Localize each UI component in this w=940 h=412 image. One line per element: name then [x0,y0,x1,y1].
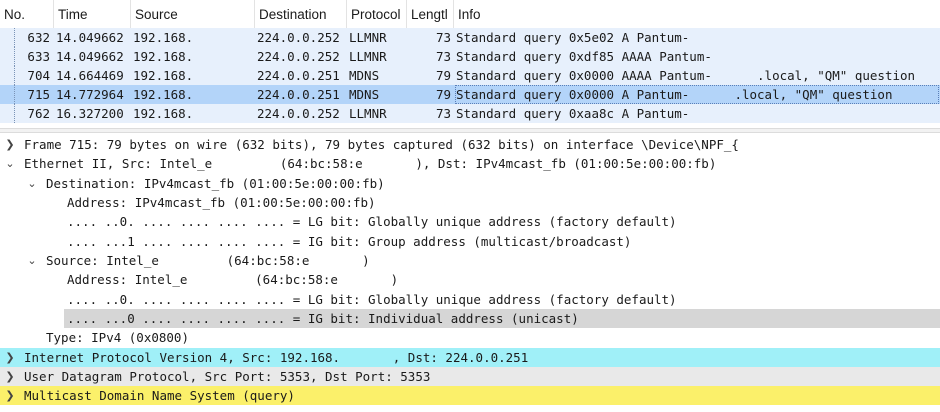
tree-item-label: Frame 715: 79 bytes on wire (632 bits), … [24,137,739,152]
packet-length: 73 [435,49,451,64]
tree-item-ethernet[interactable]: ⌄ Ethernet II, Src: Intel_e (64:bc:58:e … [0,154,940,173]
packet-protocol: LLMNR [349,30,387,45]
tree-item-type[interactable]: Type: IPv4 (0x0800) [0,328,940,347]
tree-item-dst-lg-bit[interactable]: .... ..0. .... .... .... .... = LG bit: … [0,212,940,231]
tree-item-src-ig-bit-highlighted[interactable]: .... ...0 .... .... .... .... = IG bit: … [0,309,940,328]
packet-row[interactable]: 633 14.049662 192.168. 224.0.0.252 LLMNR… [0,47,940,66]
packet-source: 192.168. [133,30,194,45]
packet-source: 192.168. [133,87,194,102]
packet-no: 633 [27,49,50,64]
packet-destination: 224.0.0.252 [257,106,340,121]
packet-time: 16.327200 [56,106,124,121]
tree-item-frame[interactable]: ❯ Frame 715: 79 bytes on wire (632 bits)… [0,135,940,154]
packet-protocol: MDNS [349,87,380,102]
column-header-source[interactable]: Source [131,0,255,28]
packet-source: 192.168. [133,49,194,64]
packet-details-tree[interactable]: ❯ Frame 715: 79 bytes on wire (632 bits)… [0,134,940,412]
tree-item-source[interactable]: ⌄ Source: Intel_e (64:bc:58:e ) [0,251,940,270]
packet-row-selected[interactable]: 715 14.772964 192.168. 224.0.0.251 MDNS … [0,85,940,104]
packet-source: 192.168. [133,106,194,121]
tree-item-label: .... ...0 .... .... .... .... = IG bit: … [67,311,579,326]
tree-item-label: Ethernet II, Src: Intel_e (64:bc:58:e ),… [24,156,717,171]
tree-item-dst-ig-bit[interactable]: .... ...1 .... .... .... .... = IG bit: … [0,232,940,251]
packet-destination: 224.0.0.252 [257,49,340,64]
packet-time: 14.049662 [56,49,124,64]
tree-item-src-lg-bit[interactable]: .... ..0. .... .... .... .... = LG bit: … [0,290,940,309]
packet-time: 14.664469 [56,68,124,83]
tree-item-label: Type: IPv4 (0x0800) [46,330,189,345]
packet-info: Standard query 0x5e02 A Pantum- [456,30,690,45]
packet-no: 704 [27,68,50,83]
packet-list[interactable]: No. Time Source Destination Protocol Len… [0,0,940,128]
chevron-down-icon[interactable]: ⌄ [3,154,17,173]
tree-item-label: .... ..0. .... .... .... .... = LG bit: … [67,214,677,229]
packet-row[interactable]: 632 14.049662 192.168. 224.0.0.252 LLMNR… [0,28,940,47]
chevron-right-icon[interactable]: ❯ [3,386,17,405]
packet-time: 14.772964 [56,87,124,102]
tree-item-src-address[interactable]: Address: Intel_e (64:bc:58:e ) [0,270,940,289]
tree-item-label: Address: Intel_e (64:bc:58:e ) [67,272,399,287]
tree-item-label: Internet Protocol Version 4, Src: 192.16… [24,350,529,365]
tree-item-ip[interactable]: ❯ Internet Protocol Version 4, Src: 192.… [0,348,940,367]
tree-item-mdns[interactable]: ❯ Multicast Domain Name System (query) [0,386,940,405]
packet-destination: 224.0.0.252 [257,30,340,45]
tree-item-label: User Datagram Protocol, Src Port: 5353, … [24,369,431,384]
tree-item-label: Source: Intel_e (64:bc:58:e ) [46,253,370,268]
packet-length: 73 [435,30,451,45]
tree-item-label: .... ..0. .... .... .... .... = LG bit: … [67,292,677,307]
tree-item-label: Multicast Domain Name System (query) [24,388,295,403]
tree-item-label: Address: IPv4mcast_fb (01:00:5e:00:00:fb… [67,195,376,210]
packet-destination: 224.0.0.251 [257,87,340,102]
packet-list-header: No. Time Source Destination Protocol Len… [0,0,940,29]
packet-info: Standard query 0x0000 AAAA Pantum- .loca… [456,68,916,83]
packet-info: Standard query 0xdf85 AAAA Pantum- [456,49,712,64]
chevron-right-icon[interactable]: ❯ [3,367,17,386]
packet-length: 79 [435,87,451,102]
packet-source: 192.168. [133,68,194,83]
chevron-down-icon[interactable]: ⌄ [25,174,39,193]
packet-row[interactable]: 704 14.664469 192.168. 224.0.0.251 MDNS … [0,66,940,85]
column-header-protocol[interactable]: Protocol [347,0,407,28]
column-header-no[interactable]: No. [0,0,54,28]
packet-no: 715 [27,87,50,102]
packet-info: Standard query 0xaa8c A Pantum- [456,106,690,121]
packet-no: 632 [27,30,50,45]
packet-protocol: LLMNR [349,106,387,121]
chevron-down-icon[interactable]: ⌄ [25,251,39,270]
chevron-right-icon[interactable]: ❯ [3,135,17,154]
column-header-length[interactable]: Lengtl [407,0,454,28]
tree-item-udp[interactable]: ❯ User Datagram Protocol, Src Port: 5353… [0,367,940,386]
packet-length: 73 [435,106,451,121]
tree-item-destination[interactable]: ⌄ Destination: IPv4mcast_fb (01:00:5e:00… [0,174,940,193]
tree-item-label: Destination: IPv4mcast_fb (01:00:5e:00:0… [46,176,385,191]
packet-protocol: LLMNR [349,49,387,64]
column-header-destination[interactable]: Destination [255,0,347,28]
chevron-right-icon[interactable]: ❯ [3,348,17,367]
packet-length: 79 [435,68,451,83]
packet-no: 762 [27,106,50,121]
pane-splitter[interactable] [0,128,940,133]
packet-info: Standard query 0x0000 A Pantum- .local, … [455,85,939,104]
packet-row[interactable]: 762 16.327200 192.168. 224.0.0.252 LLMNR… [0,104,940,123]
column-header-time[interactable]: Time [54,0,131,28]
column-header-info[interactable]: Info [454,0,940,28]
packet-time: 14.049662 [56,30,124,45]
tree-item-label: .... ...1 .... .... .... .... = IG bit: … [67,234,632,249]
tree-item-dst-address[interactable]: Address: IPv4mcast_fb (01:00:5e:00:00:fb… [0,193,940,212]
packet-destination: 224.0.0.251 [257,68,340,83]
packet-protocol: MDNS [349,68,380,83]
